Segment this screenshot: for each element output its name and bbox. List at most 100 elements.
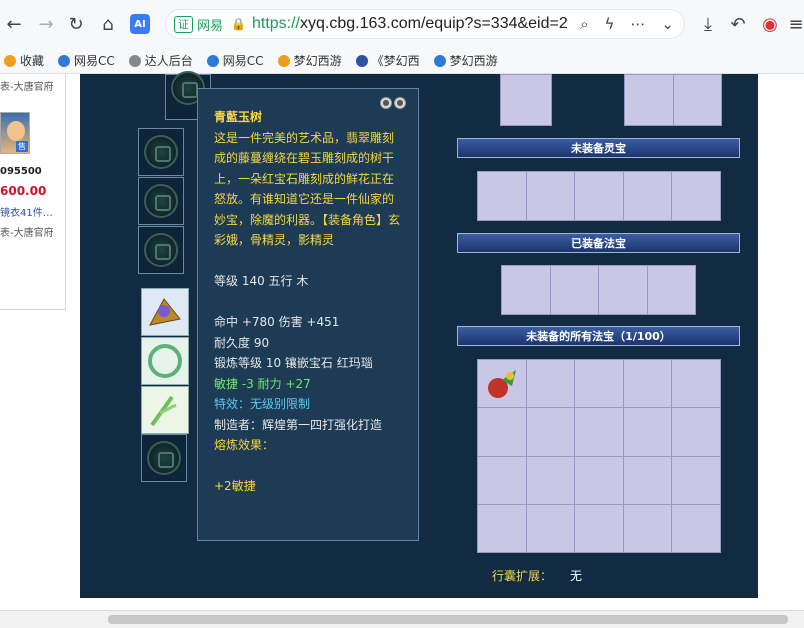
extension-icon[interactable]: ◉ (756, 10, 784, 38)
undo-icon[interactable]: ↶ (724, 10, 752, 38)
forward-icon[interactable]: → (32, 10, 60, 38)
grid-cell[interactable] (575, 360, 623, 408)
horizontal-scrollbar[interactable] (0, 610, 804, 628)
grid-cell[interactable] (526, 456, 575, 504)
grid-cell[interactable] (599, 266, 647, 314)
equip-slot[interactable] (138, 226, 184, 274)
search-icon[interactable]: ⌕ (580, 15, 588, 33)
grid-cell[interactable] (672, 408, 720, 456)
equip-slot[interactable] (138, 177, 184, 225)
grid-cell[interactable] (526, 408, 575, 456)
grid-cell[interactable] (526, 360, 575, 408)
address-bar[interactable]: 证 网易 🔒 https://xyq.cbg.163.com/equip?s=3… (165, 9, 685, 39)
item-maker: 制造者：辉煌第一四打强化打造 (214, 417, 383, 432)
selected-item-slot[interactable] (141, 386, 189, 434)
item-level: 等级 140 五行 木 (214, 274, 309, 288)
server-label-2: 表-大唐官府 (0, 228, 54, 239)
site-label: 网易 (197, 18, 224, 34)
more-icon[interactable]: ⋯ (630, 15, 645, 33)
lock-icon[interactable]: ● (380, 97, 392, 109)
item-forge: 锻炼等级 10 镶嵌宝石 红玛瑙 (214, 356, 373, 370)
grid-cell[interactable] (575, 172, 623, 220)
lingbao-grid (477, 171, 721, 221)
grid-cell[interactable] (502, 266, 550, 314)
scrollbar-thumb[interactable] (108, 615, 788, 624)
item-smelt: 熔炼效果： (214, 438, 275, 452)
grid-cell[interactable] (526, 172, 575, 220)
tooltip-controls: ● ● (380, 97, 406, 109)
menu-icon[interactable]: ≡ (782, 10, 804, 38)
grid-cell[interactable] (647, 266, 695, 314)
grid-cell[interactable] (575, 504, 623, 552)
grid-cell[interactable] (526, 504, 575, 552)
star-icon (4, 54, 16, 67)
grid-cell[interactable] (575, 408, 623, 456)
weapon-item-icon (149, 298, 181, 326)
grid-cell[interactable] (478, 360, 526, 408)
grid-cell[interactable] (575, 456, 623, 504)
cert-badge: 证 (174, 15, 193, 33)
grid-cell[interactable] (623, 504, 672, 552)
top-box-left (500, 74, 552, 126)
url-text[interactable]: https://xyq.cbg.163.com/equip?s=334&eid=… (252, 15, 568, 33)
browser-toolbar: ← → ↻ ⌂ AI 证 网易 🔒 https://xyq.cbg.163.co… (0, 0, 804, 48)
grid-cell[interactable] (478, 172, 526, 220)
equipped-item-slot[interactable] (141, 337, 189, 385)
lock-icon: 🔒 (231, 17, 246, 31)
item-id: 095500 (0, 166, 42, 177)
server-label: 表-大唐官府 (0, 82, 54, 93)
cloud-icon (277, 54, 290, 67)
dropdown-icon[interactable]: ⌄ (661, 15, 674, 33)
grid-cell[interactable] (478, 408, 526, 456)
grid-cell[interactable] (623, 456, 672, 504)
bag-expand-label: 行囊扩展： (492, 569, 553, 583)
bookmark-item[interactable]: 《梦幻西 (355, 52, 420, 69)
item-agility: 敏捷 -3 耐力 +27 (214, 376, 311, 391)
unequipped-lingbao-header: 未装备灵宝 (457, 138, 740, 158)
reload-icon[interactable]: ↻ (62, 10, 90, 38)
download-icon[interactable]: ⤓ (694, 10, 722, 38)
fabao-inventory-grid (477, 359, 721, 553)
item-effect: 特效：无级别限制 (214, 397, 311, 411)
grid-cell[interactable] (478, 456, 526, 504)
bookmark-item[interactable]: 网易CC (58, 52, 115, 69)
back-icon[interactable]: ← (0, 10, 28, 38)
grid-cell[interactable] (672, 504, 720, 552)
grid-cell[interactable] (478, 504, 526, 552)
ring-item-icon (148, 344, 182, 378)
fabao-item-icon (488, 370, 516, 398)
address-actions: ⌕ ϟ ⋯ ⌄ (580, 15, 674, 33)
bookmark-item[interactable]: 梦幻西游 (277, 52, 342, 69)
grid-cell[interactable] (623, 360, 672, 408)
item-title: 青藍玉树 (214, 110, 263, 124)
grid-cell[interactable] (672, 172, 720, 220)
equip-slot[interactable] (138, 128, 184, 176)
price: 600.00 (0, 184, 47, 198)
home-icon[interactable]: ⌂ (94, 10, 122, 38)
grid-cell[interactable] (623, 408, 672, 456)
equipped-fabao-header: 已装备法宝 (457, 233, 740, 253)
close-icon[interactable]: ● (394, 97, 406, 109)
bookmark-item[interactable]: 达人后台 (128, 52, 193, 69)
bookmark-item[interactable]: 收藏 (4, 52, 44, 69)
lightning-icon[interactable]: ϟ (605, 15, 615, 33)
equip-slot[interactable] (141, 434, 187, 482)
bookmarks-bar: 收藏 网易CC 达人后台 网易CC 梦幻西游 《梦幻西 梦幻西游 (0, 48, 804, 74)
bookmark-item[interactable]: 网易CC (206, 52, 264, 69)
game-icon (355, 54, 368, 67)
item-link[interactable]: 镜衣41件… (0, 204, 53, 219)
left-column: 表-大唐官府 售 095500 600.00 镜衣41件… 表-大唐官府 (0, 74, 66, 310)
top-box-right (624, 74, 722, 126)
grid-cell[interactable] (672, 456, 720, 504)
grid-cell[interactable] (623, 172, 672, 220)
avatar[interactable]: 售 (0, 112, 30, 154)
item-bonus: +2敏捷 (214, 479, 256, 493)
ai-assistant-icon[interactable]: AI (130, 14, 150, 34)
equipped-item-slot[interactable] (141, 288, 189, 336)
grid-cell[interactable] (672, 360, 720, 408)
grid-cell[interactable] (550, 266, 598, 314)
vertical-scrollbar[interactable] (760, 74, 776, 598)
bookmark-item[interactable]: 梦幻西游 (433, 52, 498, 69)
netease-cc-icon (433, 54, 446, 67)
bag-expand-value: 无 (570, 569, 583, 583)
